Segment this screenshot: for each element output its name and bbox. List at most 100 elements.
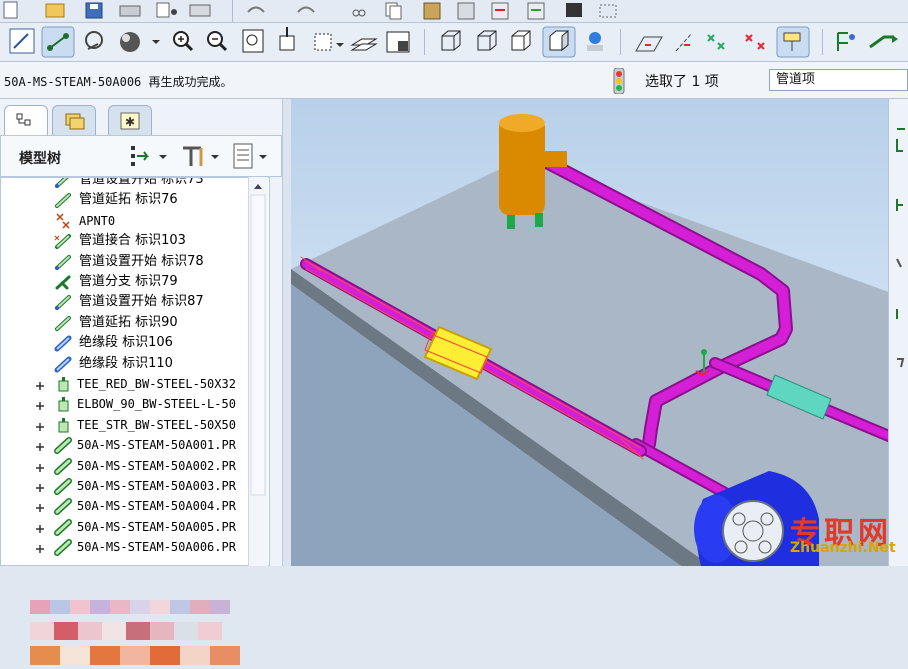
tree-item[interactable]: 50A-MS-STEAM-50A002.PR [1,456,249,476]
svg-text:✱: ✱ [125,115,135,129]
selection-filter-dropdown[interactable]: 管道项 [769,69,908,91]
tree-item-label: 管道接合 标识103 [79,233,186,249]
redo-icon[interactable] [297,6,315,13]
tree-scrollbar[interactable] [248,177,268,566]
pipe-segment-icon [53,518,75,536]
tree-item[interactable]: 50A-MS-STEAM-50A004.PR [1,496,249,516]
expand-toggle-icon[interactable] [35,439,45,452]
tree-item[interactable]: TEE_RED_BW-STEEL-50X32 [1,374,249,394]
traffic-light-icon [612,67,626,98]
print-icon[interactable] [119,5,141,17]
panel-splitter[interactable] [282,99,291,566]
datum-planes-icon[interactable] [635,36,663,52]
wireframe-icon[interactable] [441,30,461,51]
tool-b-icon[interactable] [869,35,898,49]
zoom-out-icon[interactable] [207,31,228,52]
paste-special-icon[interactable] [457,2,475,20]
new-icon[interactable] [3,1,18,19]
shading-mode-icon[interactable] [542,26,576,58]
tree-item-label: 管道分支 标识79 [79,274,178,289]
datum-points-icon[interactable] [707,34,725,50]
folder-tab[interactable] [52,105,96,135]
pipe-segment-icon [53,477,75,495]
spin-center-icon[interactable] [41,26,75,58]
enhanced-realism-icon[interactable] [587,32,603,51]
shading-icon[interactable] [120,32,160,52]
folder-tab-icon [65,113,85,130]
model-tree: 管道设置开始 标识73 管道延拓 标识76 APNT0 管道接合 标识103 管道设置开… [0,177,270,566]
expand-toggle-icon[interactable] [35,541,45,554]
model-tree-title: 模型树 [19,151,61,167]
coordinate-systems-icon[interactable] [745,34,765,50]
show-menu-icon[interactable] [129,142,173,174]
refit-icon[interactable] [242,29,264,53]
expand-toggle-icon[interactable] [35,419,45,431]
tree-item[interactable]: 绝缘段 标识110 [1,354,249,374]
tree-item[interactable]: 50A-MS-STEAM-50A001.PR [1,435,249,455]
watermark-url: Zhuanzhi.Net [790,540,896,556]
copy-icon[interactable] [385,2,402,20]
tree-item[interactable]: 管道设置开始 标识73 [1,178,249,190]
expand-toggle-icon[interactable] [35,500,45,513]
repaint-icon[interactable] [9,28,35,54]
pipe-segment-icon [53,457,75,475]
datum-axes-icon[interactable] [675,32,693,52]
named-views-icon[interactable] [314,33,344,51]
printer-icon[interactable] [189,4,211,17]
tree-settings-icon[interactable] [179,142,225,174]
tool-a-icon[interactable] [837,32,855,51]
insulation-icon [53,334,75,352]
tree-item-label: 50A-MS-STEAM-50A001.PR [77,438,236,453]
tree-columns-icon[interactable] [231,142,275,174]
paste-icon[interactable] [423,2,441,20]
tree-item-label: 管道设置开始 标识87 [79,294,204,310]
reorient-icon[interactable] [279,27,295,51]
annotation-display-icon[interactable] [776,26,810,58]
view-manager-icon[interactable] [386,31,410,53]
send-icon[interactable] [156,2,177,18]
expand-toggle-icon[interactable] [35,480,45,492]
cut-icon[interactable] [352,9,366,17]
open-icon[interactable] [45,3,65,18]
pipe-branch-icon [53,273,75,291]
expand-toggle-icon[interactable] [35,521,45,533]
tree-item[interactable]: 50A-MS-STEAM-50A006.PR [1,537,249,557]
tree-item[interactable]: 50A-MS-STEAM-50A003.PR [1,476,249,496]
expand-toggle-icon[interactable] [35,378,45,390]
layers-icon[interactable] [350,38,378,51]
navigator-panel: ✱ 模型树 管道设置开始 标识73 管道延拓 标识76 APNT0 管道接合 标识10… [0,99,288,665]
tree-item-label: 绝缘段 标识106 [79,335,173,351]
favorites-tab-icon: ✱ [120,112,140,130]
tree-item[interactable]: 管道设置开始 标识87 [1,292,249,312]
no-hidden-icon[interactable] [511,30,531,51]
expand-toggle-icon[interactable] [35,460,45,472]
window-icon[interactable] [566,3,617,18]
tree-item[interactable]: 管道延拓 标识76 [1,190,249,210]
tree-item[interactable]: 管道延拓 标识90 [1,313,249,333]
selection-count: 选取了 1 项 [645,74,719,90]
tree-item[interactable]: ELBOW_90_BW-STEEL-L-50 [1,394,249,414]
tree-item-label: 50A-MS-STEAM-50A002.PR [77,458,236,473]
undo-icon[interactable] [247,6,265,13]
tree-item[interactable]: TEE_STR_BW-STEEL-50X50 [1,415,249,435]
tree-item[interactable]: 管道接合 标识103 [1,231,249,251]
tree-item[interactable]: 管道分支 标识79 [1,272,249,292]
piping-model-3d [291,114,908,566]
orient-icon[interactable] [85,31,103,50]
favorites-tab[interactable]: ✱ [108,105,152,135]
tree-item[interactable]: APNT0 [1,211,249,231]
tree-item[interactable]: 绝缘段 标识106 [1,333,249,353]
save-icon[interactable] [85,2,103,19]
zoom-in-icon[interactable] [173,31,194,52]
hidden-line-icon[interactable] [477,30,497,51]
model-tree-tab[interactable] [4,105,48,135]
regenerate-icon[interactable] [527,2,545,20]
regenerate-icon[interactable] [491,2,509,20]
graphics-window[interactable] [291,99,908,566]
expand-toggle-icon[interactable] [35,398,45,411]
tree-item-label: 绝缘段 标识110 [79,355,173,371]
tree-item[interactable]: 管道设置开始 标识78 [1,252,249,272]
tree-item-label: 管道延拓 标识90 [79,314,178,330]
tree-item[interactable]: 50A-MS-STEAM-50A005.PR [1,517,249,537]
pipe-extend-icon [53,314,75,332]
